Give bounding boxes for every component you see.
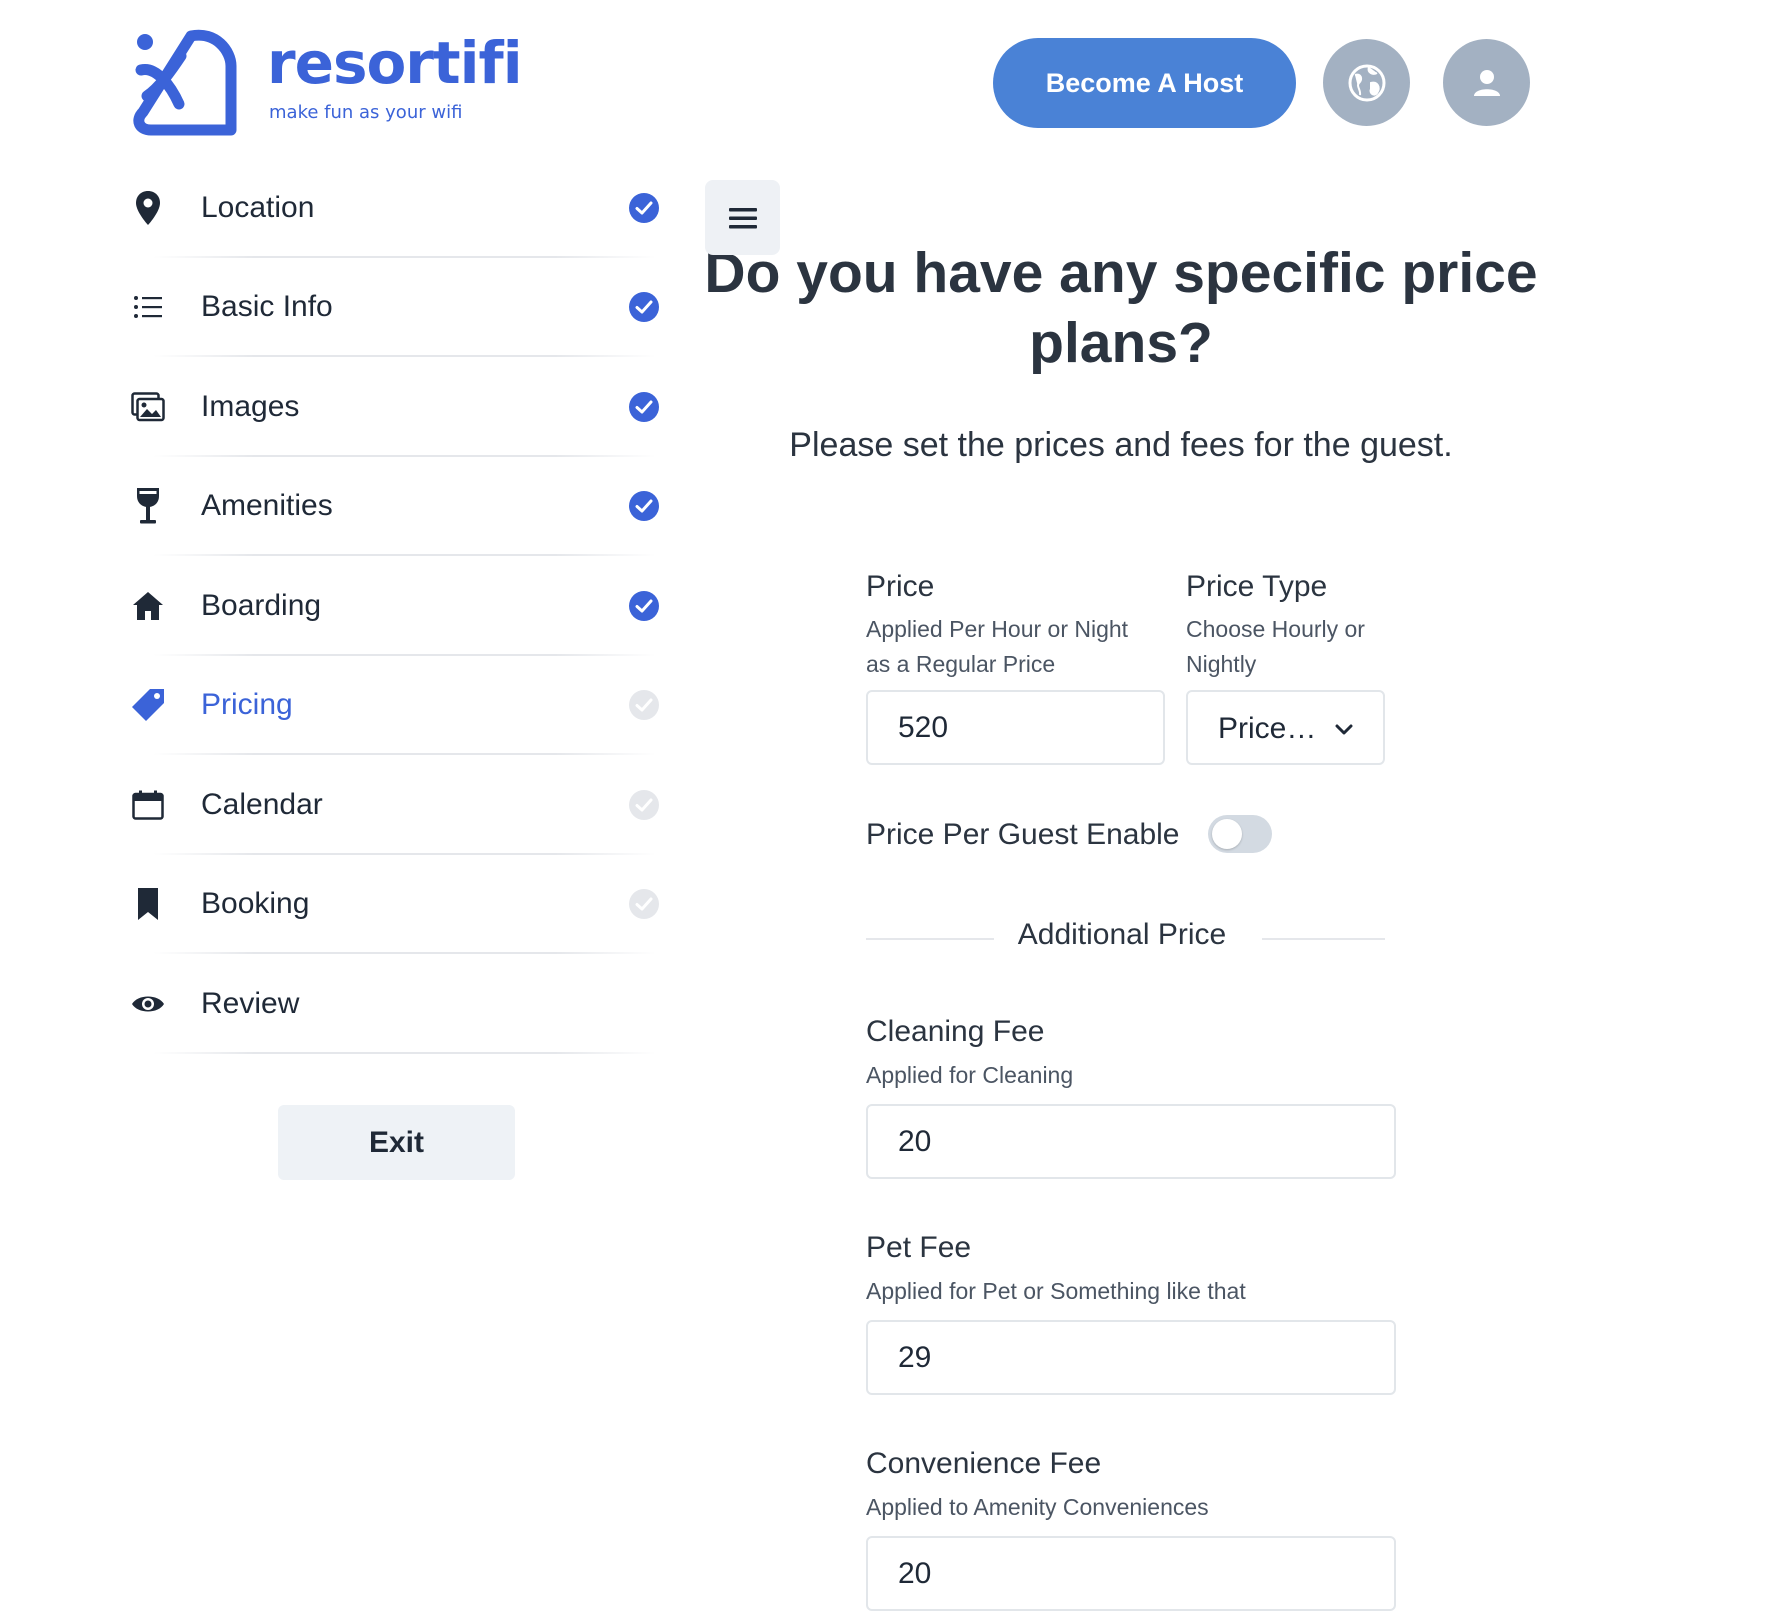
sidebar-item-basic-info[interactable]: Basic Info (131, 258, 666, 358)
price-per-guest-label: Price Per Guest Enable (866, 818, 1180, 851)
sidebar-item-label: Location (201, 190, 315, 224)
chevron-down-icon (1335, 724, 1353, 735)
calendar-icon (131, 788, 165, 822)
divider-right (1262, 938, 1385, 940)
user-icon (1473, 69, 1500, 96)
price-type-label: Price Type (1186, 570, 1328, 603)
wine-glass-icon (131, 488, 165, 524)
cleaning-fee-label: Cleaning Fee (866, 1015, 1045, 1048)
sidebar-item-booking[interactable]: Booking (131, 855, 666, 955)
sidebar-item-location[interactable]: Location (131, 158, 666, 258)
divider-left (866, 938, 994, 940)
price-input[interactable] (866, 690, 1165, 765)
bookmark-icon (131, 887, 165, 921)
check-circle-icon (629, 391, 659, 422)
page-subtitle: Please set the prices and fees for the g… (789, 426, 1453, 464)
sidebar-item-calendar[interactable]: Calendar (131, 755, 666, 855)
price-type-selected-value: Price… (1218, 712, 1317, 745)
home-icon (131, 589, 165, 623)
images-icon (131, 390, 165, 424)
price-desc-line1: Applied Per Hour or Night (866, 616, 1129, 642)
sidebar-item-boarding[interactable]: Boarding (131, 556, 666, 656)
convenience-fee-input[interactable] (866, 1536, 1396, 1611)
language-button[interactable] (1323, 39, 1410, 126)
logo[interactable]: resortifi make fun as your wifi (131, 26, 526, 140)
pet-fee-desc: Applied for Pet or Something like that (866, 1278, 1246, 1304)
become-host-button[interactable]: Become A Host (993, 38, 1296, 128)
check-circle-icon (629, 292, 659, 323)
cleaning-fee-desc: Applied for Cleaning (866, 1062, 1074, 1088)
brand-tagline: make fun as your wifi (269, 102, 463, 123)
tag-icon (131, 688, 165, 722)
sidebar-item-label: Pricing (201, 688, 293, 722)
check-circle-icon (629, 491, 659, 522)
check-circle-icon (629, 690, 659, 721)
price-desc-line2: as a Regular Price (866, 651, 1056, 677)
eye-icon (131, 987, 165, 1021)
menu-toggle-button[interactable] (705, 180, 780, 255)
pet-fee-input[interactable] (866, 1320, 1396, 1395)
sidebar-item-pricing[interactable]: Pricing (131, 656, 666, 756)
sidebar-item-label: Amenities (201, 489, 333, 523)
check-circle-icon (629, 889, 659, 920)
price-label: Price (866, 570, 935, 603)
sidebar-item-label: Booking (201, 887, 310, 921)
account-button[interactable] (1443, 39, 1530, 126)
list-icon (131, 290, 165, 324)
price-per-guest-toggle[interactable] (1208, 815, 1272, 853)
sidebar-item-label: Images (201, 389, 300, 423)
logo-mark-icon (133, 29, 237, 136)
steps-sidebar: Location Basic Info Images Amenities Boa… (131, 158, 666, 1054)
sidebar-item-review[interactable]: Review (131, 954, 666, 1054)
price-type-desc-line1: Choose Hourly or (1186, 616, 1365, 642)
toggle-knob (1212, 819, 1242, 849)
price-type-desc-line2: Nightly (1186, 651, 1257, 677)
check-circle-icon (629, 192, 659, 223)
check-circle-icon (629, 789, 659, 820)
sidebar-item-images[interactable]: Images (131, 357, 666, 457)
convenience-fee-desc: Applied to Amenity Conveniences (866, 1494, 1209, 1520)
check-circle-icon (629, 590, 659, 621)
exit-button[interactable]: Exit (278, 1105, 515, 1180)
pet-fee-label: Pet Fee (866, 1231, 972, 1264)
map-pin-icon (131, 190, 165, 225)
page-title: Do you have any specific price plans? (704, 241, 1538, 375)
hamburger-icon (728, 207, 757, 228)
convenience-fee-label: Convenience Fee (866, 1447, 1102, 1480)
brand-name: resortifi (267, 29, 523, 97)
price-type-select[interactable]: Price… (1186, 690, 1385, 765)
sidebar-item-label: Calendar (201, 787, 323, 821)
sidebar-item-label: Basic Info (201, 290, 333, 324)
cleaning-fee-input[interactable] (866, 1104, 1396, 1179)
sidebar-item-amenities[interactable]: Amenities (131, 457, 666, 557)
additional-price-heading: Additional Price (1017, 918, 1227, 951)
sidebar-item-label: Review (201, 986, 300, 1020)
globe-icon (1348, 64, 1385, 101)
sidebar-item-label: Boarding (201, 588, 322, 622)
